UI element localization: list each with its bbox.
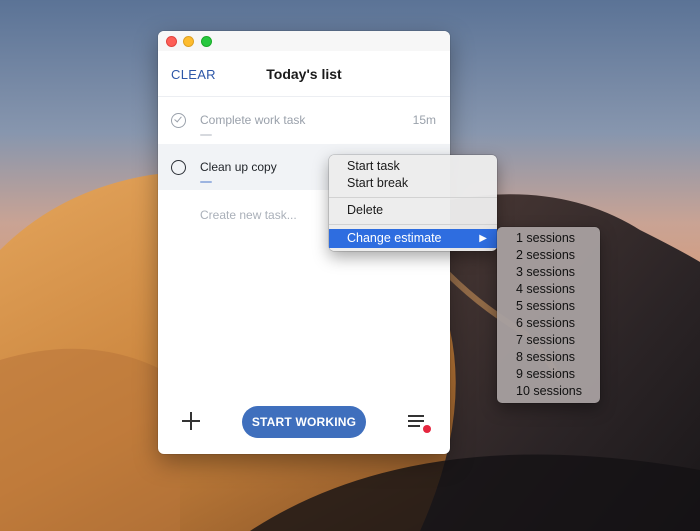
task-underline <box>200 181 212 183</box>
notification-dot-icon <box>423 425 431 433</box>
plus-icon[interactable] <box>182 412 200 430</box>
task-label: Complete work task <box>200 113 306 127</box>
submenu-item-9-sessions[interactable]: 9 sessions <box>516 366 575 383</box>
task-checkbox-icon[interactable] <box>171 160 186 175</box>
start-working-button[interactable]: START WORKING <box>242 406 366 438</box>
title-bar <box>158 31 450 51</box>
submenu-item-1-sessions[interactable]: 1 sessions <box>516 230 575 247</box>
task-label: Clean up copy <box>200 160 277 174</box>
task-underline <box>200 134 212 136</box>
menu-item-start-break[interactable]: Start break <box>329 175 497 192</box>
menu-item-change-estimate[interactable]: Change estimate ▶ <box>329 229 497 248</box>
menu-item-delete[interactable]: Delete <box>329 202 497 219</box>
menu-separator <box>329 224 497 225</box>
submenu-arrow-icon: ▶ <box>479 233 487 244</box>
menu-item-label: Change estimate <box>347 231 442 245</box>
close-window-icon[interactable] <box>166 36 177 47</box>
task-estimate: 15m <box>412 113 436 127</box>
submenu-item-2-sessions[interactable]: 2 sessions <box>516 247 575 264</box>
page-title: Today's list <box>266 66 342 82</box>
new-task-input[interactable]: Create new task... <box>200 208 297 222</box>
submenu-item-4-sessions[interactable]: 4 sessions <box>516 281 575 298</box>
submenu-item-8-sessions[interactable]: 8 sessions <box>516 349 575 366</box>
submenu-item-10-sessions[interactable]: 10 sessions <box>516 383 582 400</box>
menu-separator <box>329 197 497 198</box>
submenu-item-3-sessions[interactable]: 3 sessions <box>516 264 575 281</box>
menu-item-start-task[interactable]: Start task <box>329 158 497 175</box>
zoom-window-icon[interactable] <box>201 36 212 47</box>
task-complete-checkmark-icon[interactable] <box>171 113 186 128</box>
submenu-item-6-sessions[interactable]: 6 sessions <box>516 315 575 332</box>
estimate-submenu: 1 sessions 2 sessions 3 sessions 4 sessi… <box>497 227 600 403</box>
list-header: CLEAR Today's list <box>158 51 450 97</box>
submenu-item-5-sessions[interactable]: 5 sessions <box>516 298 575 315</box>
minimize-window-icon[interactable] <box>183 36 194 47</box>
task-row[interactable]: Complete work task 15m <box>158 97 450 143</box>
submenu-item-7-sessions[interactable]: 7 sessions <box>516 332 575 349</box>
context-menu: Start task Start break Delete Change est… <box>329 155 497 251</box>
